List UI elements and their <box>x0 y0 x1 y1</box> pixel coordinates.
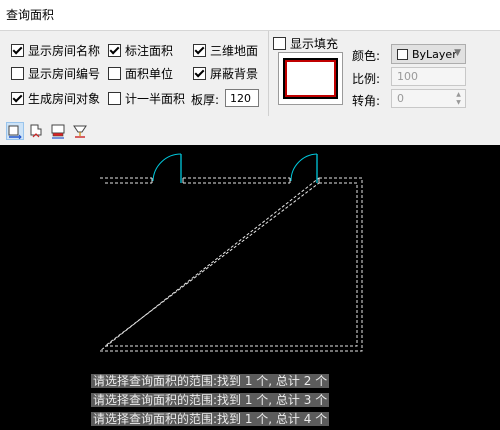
show-room-number-checkbox[interactable]: 显示房间编号 <box>11 65 100 81</box>
checkbox-box[interactable] <box>108 43 121 57</box>
checkbox-box[interactable] <box>273 36 286 50</box>
color-swatch <box>397 48 408 60</box>
checkbox-box[interactable] <box>193 66 206 80</box>
query-area-dialog: 查询面积 显示房间名称 标注面积 三维地面 显示房间编号 面积单位 屏蔽背景 生… <box>0 0 500 145</box>
checkbox-label: 计一半面积 <box>125 91 186 106</box>
command-history-line-2: 请选择查询面积的范围:找到 1 个, 总计 3 个 <box>91 393 330 407</box>
floor-area-icon[interactable] <box>72 123 88 139</box>
label-area-checkbox[interactable]: 标注面积 <box>108 42 173 58</box>
checkbox-box[interactable] <box>11 91 24 105</box>
dialog-titlebar[interactable]: 查询面积 <box>0 0 500 31</box>
show-room-name-checkbox[interactable]: 显示房间名称 <box>11 42 100 58</box>
half-area-checkbox[interactable]: 计一半面积 <box>108 90 185 106</box>
thickness-label: 板厚: <box>191 93 220 107</box>
balcony-area-icon[interactable] <box>50 123 66 139</box>
checkbox-label: 显示填充 <box>290 36 339 51</box>
area-unit-checkbox[interactable]: 面积单位 <box>108 65 173 81</box>
room-inner-boundary <box>103 182 358 347</box>
checkbox-label: 面积单位 <box>125 66 174 81</box>
color-label: 颜色: <box>352 49 381 63</box>
rotation-label: 转角: <box>352 94 381 108</box>
command-history-line-3: 请选择查询面积的范围:找到 1 个, 总计 4 个 <box>91 412 330 426</box>
thickness-input[interactable]: 120 <box>225 89 259 107</box>
room-area-icon[interactable] <box>6 122 24 140</box>
show-fill-checkbox[interactable]: 显示填充 <box>273 35 338 51</box>
checkbox-label: 显示房间名称 <box>28 43 101 58</box>
checkbox-box[interactable] <box>108 66 121 80</box>
fill-preview-swatch <box>283 58 338 99</box>
separator <box>268 31 269 116</box>
door-swing-arc-2 <box>290 153 318 182</box>
rotation-spinner[interactable]: ▲ ▼ <box>453 91 464 107</box>
checkbox-box[interactable] <box>11 43 24 57</box>
rotation-value: 0 <box>397 92 404 105</box>
create-room-object-checkbox[interactable]: 生成房间对象 <box>11 90 100 106</box>
color-select[interactable]: ByLayer ▼ <box>391 44 466 64</box>
mask-background-checkbox[interactable]: 屏蔽背景 <box>193 65 258 81</box>
polygon-area-icon[interactable] <box>28 123 44 139</box>
rotation-input[interactable]: 0 ▲ ▼ <box>391 89 466 108</box>
command-history-line-1: 请选择查询面积的范围:找到 1 个, 总计 2 个 <box>91 374 330 388</box>
dialog-title: 查询面积 <box>6 8 55 22</box>
room-outer-boundary <box>98 177 363 352</box>
chevron-down-icon: ▼ <box>454 48 461 58</box>
3d-floor-checkbox[interactable]: 三维地面 <box>193 42 258 58</box>
door-jambs <box>151 178 320 183</box>
door-swing-arc-1 <box>152 153 182 182</box>
checkbox-box[interactable] <box>108 91 121 105</box>
checkbox-label: 生成房间对象 <box>28 91 101 106</box>
checkbox-box[interactable] <box>193 43 206 57</box>
checkbox-label: 显示房间编号 <box>28 66 101 81</box>
fill-preview[interactable] <box>278 52 343 105</box>
scale-label: 比例: <box>352 72 381 86</box>
checkbox-box[interactable] <box>11 66 24 80</box>
checkbox-label: 三维地面 <box>210 43 259 58</box>
color-value: ByLayer <box>412 47 457 61</box>
checkbox-label: 屏蔽背景 <box>210 66 259 81</box>
scale-input[interactable]: 100 <box>391 67 466 86</box>
checkbox-label: 标注面积 <box>125 43 174 58</box>
